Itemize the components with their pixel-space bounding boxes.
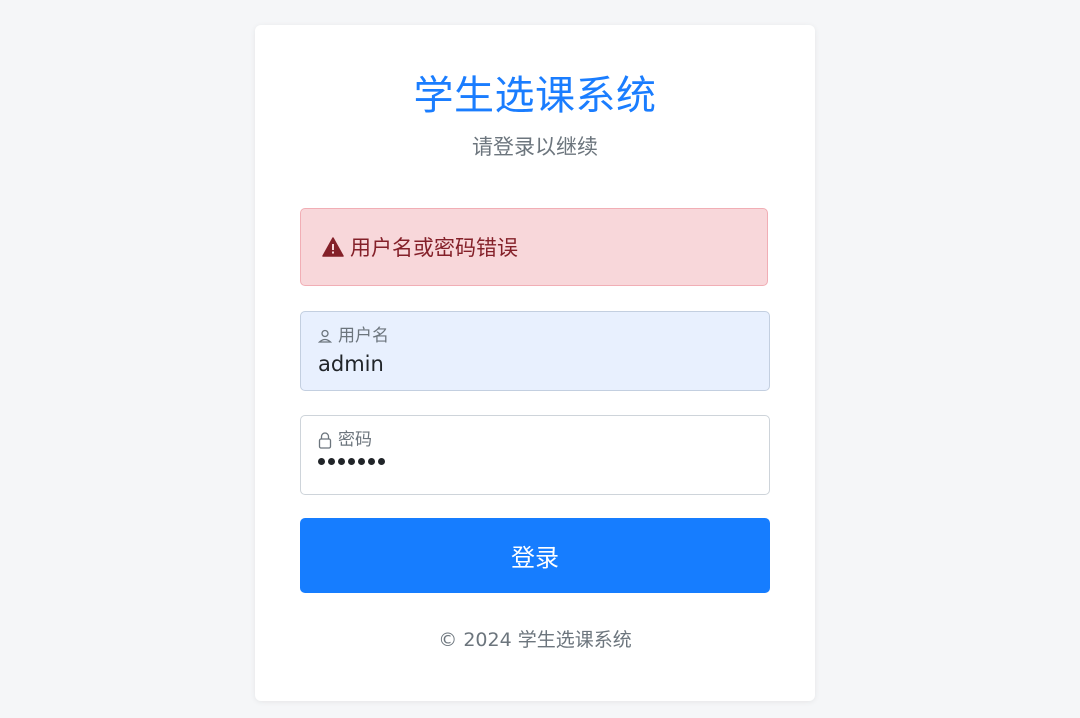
password-mask-dot bbox=[368, 458, 375, 465]
username-label: 用户名 bbox=[338, 326, 389, 346]
password-field[interactable]: 密码 bbox=[300, 415, 770, 495]
error-message: 用户名或密码错误 bbox=[350, 236, 518, 260]
password-label: 密码 bbox=[338, 430, 372, 450]
username-field[interactable]: 用户名 bbox=[300, 311, 770, 391]
username-input[interactable] bbox=[318, 350, 748, 378]
login-button[interactable]: 登录 bbox=[300, 518, 770, 593]
password-mask-dot bbox=[318, 458, 325, 465]
password-label-wrap: 密码 bbox=[318, 429, 372, 451]
user-icon bbox=[318, 329, 332, 343]
login-page: 学生选课系统 请登录以继续 用户名或密码错误 用户名 admin 密码 登录 ©… bbox=[0, 0, 1080, 718]
password-mask-dot bbox=[328, 458, 335, 465]
username-label-wrap: 用户名 bbox=[318, 325, 389, 347]
page-title: 学生选课系统 bbox=[413, 73, 657, 119]
password-mask-dot bbox=[378, 458, 385, 465]
footer-copyright: © 2024 学生选课系统 bbox=[438, 629, 632, 651]
password-mask-dot bbox=[358, 458, 365, 465]
password-input[interactable] bbox=[318, 458, 385, 465]
page-subtitle: 请登录以继续 bbox=[472, 135, 598, 159]
lock-icon bbox=[318, 431, 332, 449]
warning-triangle-icon bbox=[322, 237, 344, 257]
error-alert: 用户名或密码错误 bbox=[300, 208, 768, 286]
password-mask-dot bbox=[348, 458, 355, 465]
login-card: 学生选课系统 请登录以继续 用户名或密码错误 用户名 admin 密码 登录 ©… bbox=[255, 25, 815, 701]
password-mask-dot bbox=[338, 458, 345, 465]
